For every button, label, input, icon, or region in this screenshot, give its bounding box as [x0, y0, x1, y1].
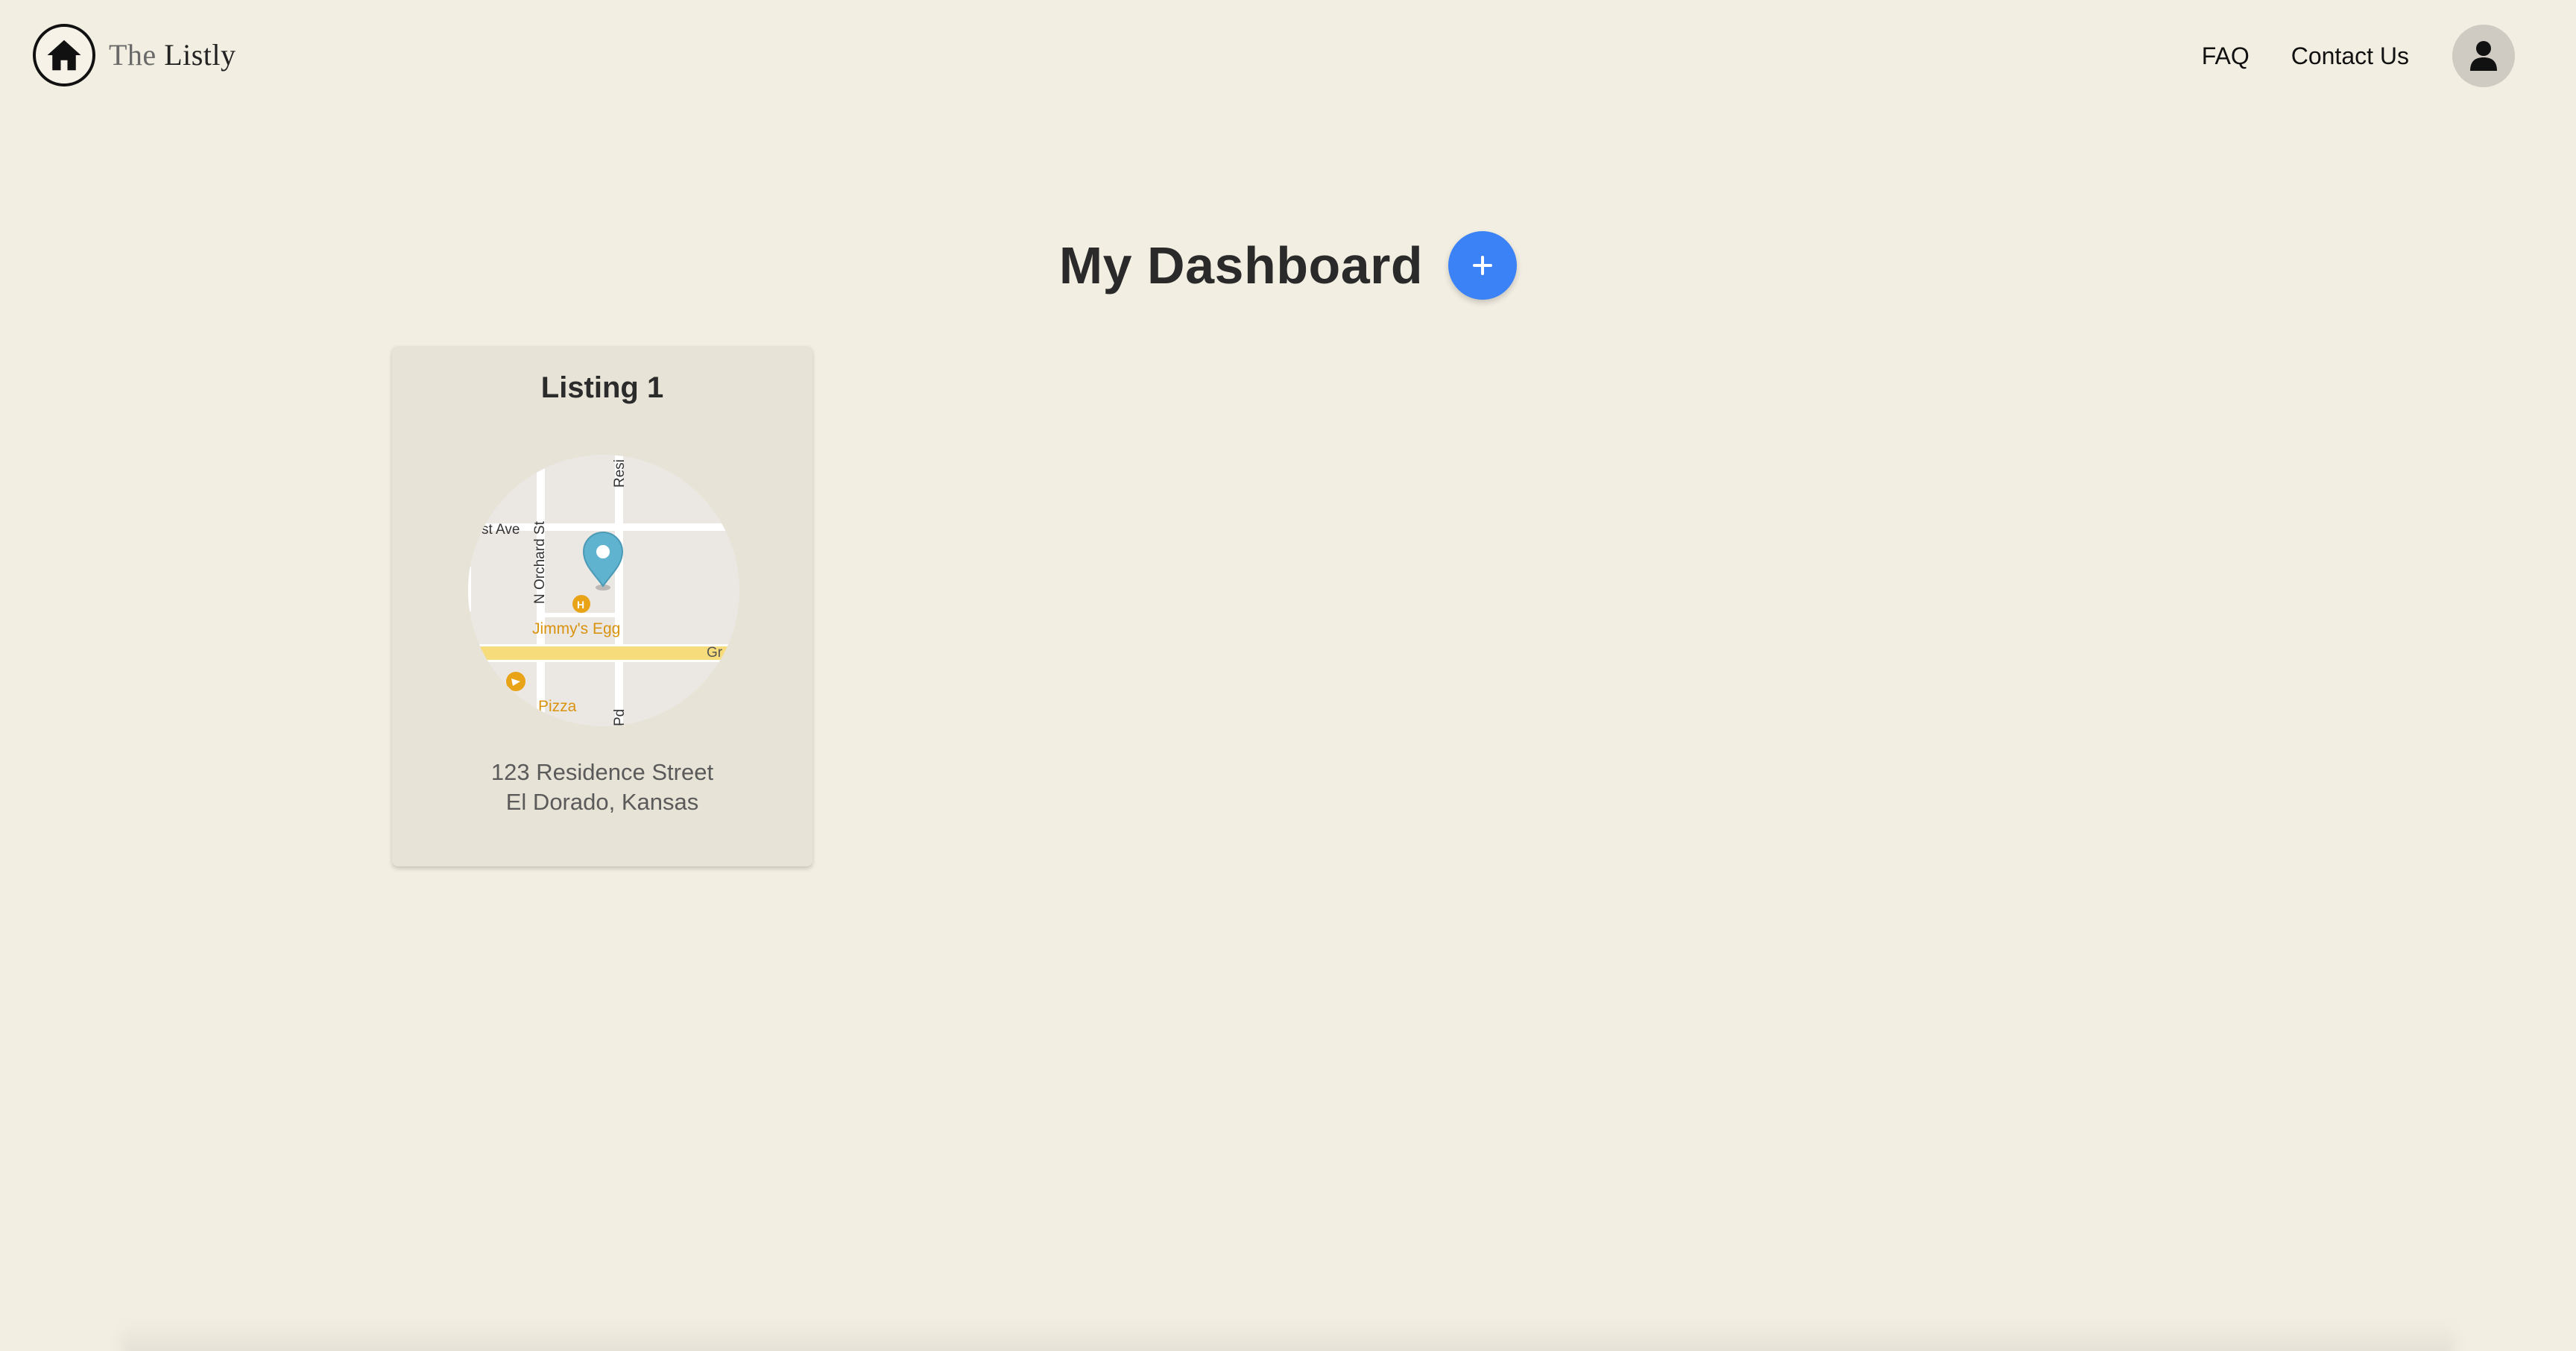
map-place-label: Jimmy's Egg — [532, 620, 620, 637]
logo-brand: Listly — [164, 38, 236, 72]
logo-wordmark: The Listly — [109, 40, 236, 70]
page-title: My Dashboard — [1058, 236, 1424, 295]
map-street-label: N Orchard St — [532, 520, 548, 604]
svg-text:H: H — [577, 599, 584, 611]
bottom-shadow — [119, 1320, 2457, 1351]
user-icon — [2470, 41, 2497, 71]
add-listing-button[interactable] — [1448, 231, 1518, 300]
top-header: The Listly FAQ Contact Us — [0, 0, 2576, 116]
dashboard-header: My Dashboard — [0, 224, 2576, 307]
listing-address-line2: El Dorado, Kansas — [505, 789, 699, 815]
logo-the: The — [109, 38, 157, 72]
map-street-label: Gr — [707, 645, 723, 661]
page: The Listly FAQ Contact Us My Dashboard L… — [0, 0, 2576, 1351]
listing-title: Listing 1 — [540, 371, 664, 404]
listing-card[interactable]: Listing 1 st Ave N Orchard St Resi Gr Pd… — [392, 346, 812, 866]
map-street-label: Pd — [612, 709, 628, 726]
nav-contact-link[interactable]: Contact Us — [2291, 42, 2409, 70]
listing-address-line1: 123 Residence Street — [490, 759, 714, 785]
plus-icon — [1473, 256, 1493, 275]
user-avatar-button[interactable] — [2452, 25, 2515, 87]
nav-faq-link[interactable]: FAQ — [2202, 42, 2250, 70]
home-icon — [33, 24, 95, 86]
map-street-label: st Ave — [482, 522, 520, 538]
top-nav: FAQ Contact Us — [2202, 24, 2515, 88]
map-place-label: Pizza — [538, 698, 577, 715]
map-street-label: Resi — [612, 459, 628, 488]
logo-link[interactable]: The Listly — [33, 21, 236, 89]
listing-map: st Ave N Orchard St Resi Gr Pd H Jimmy's… — [468, 455, 739, 726]
